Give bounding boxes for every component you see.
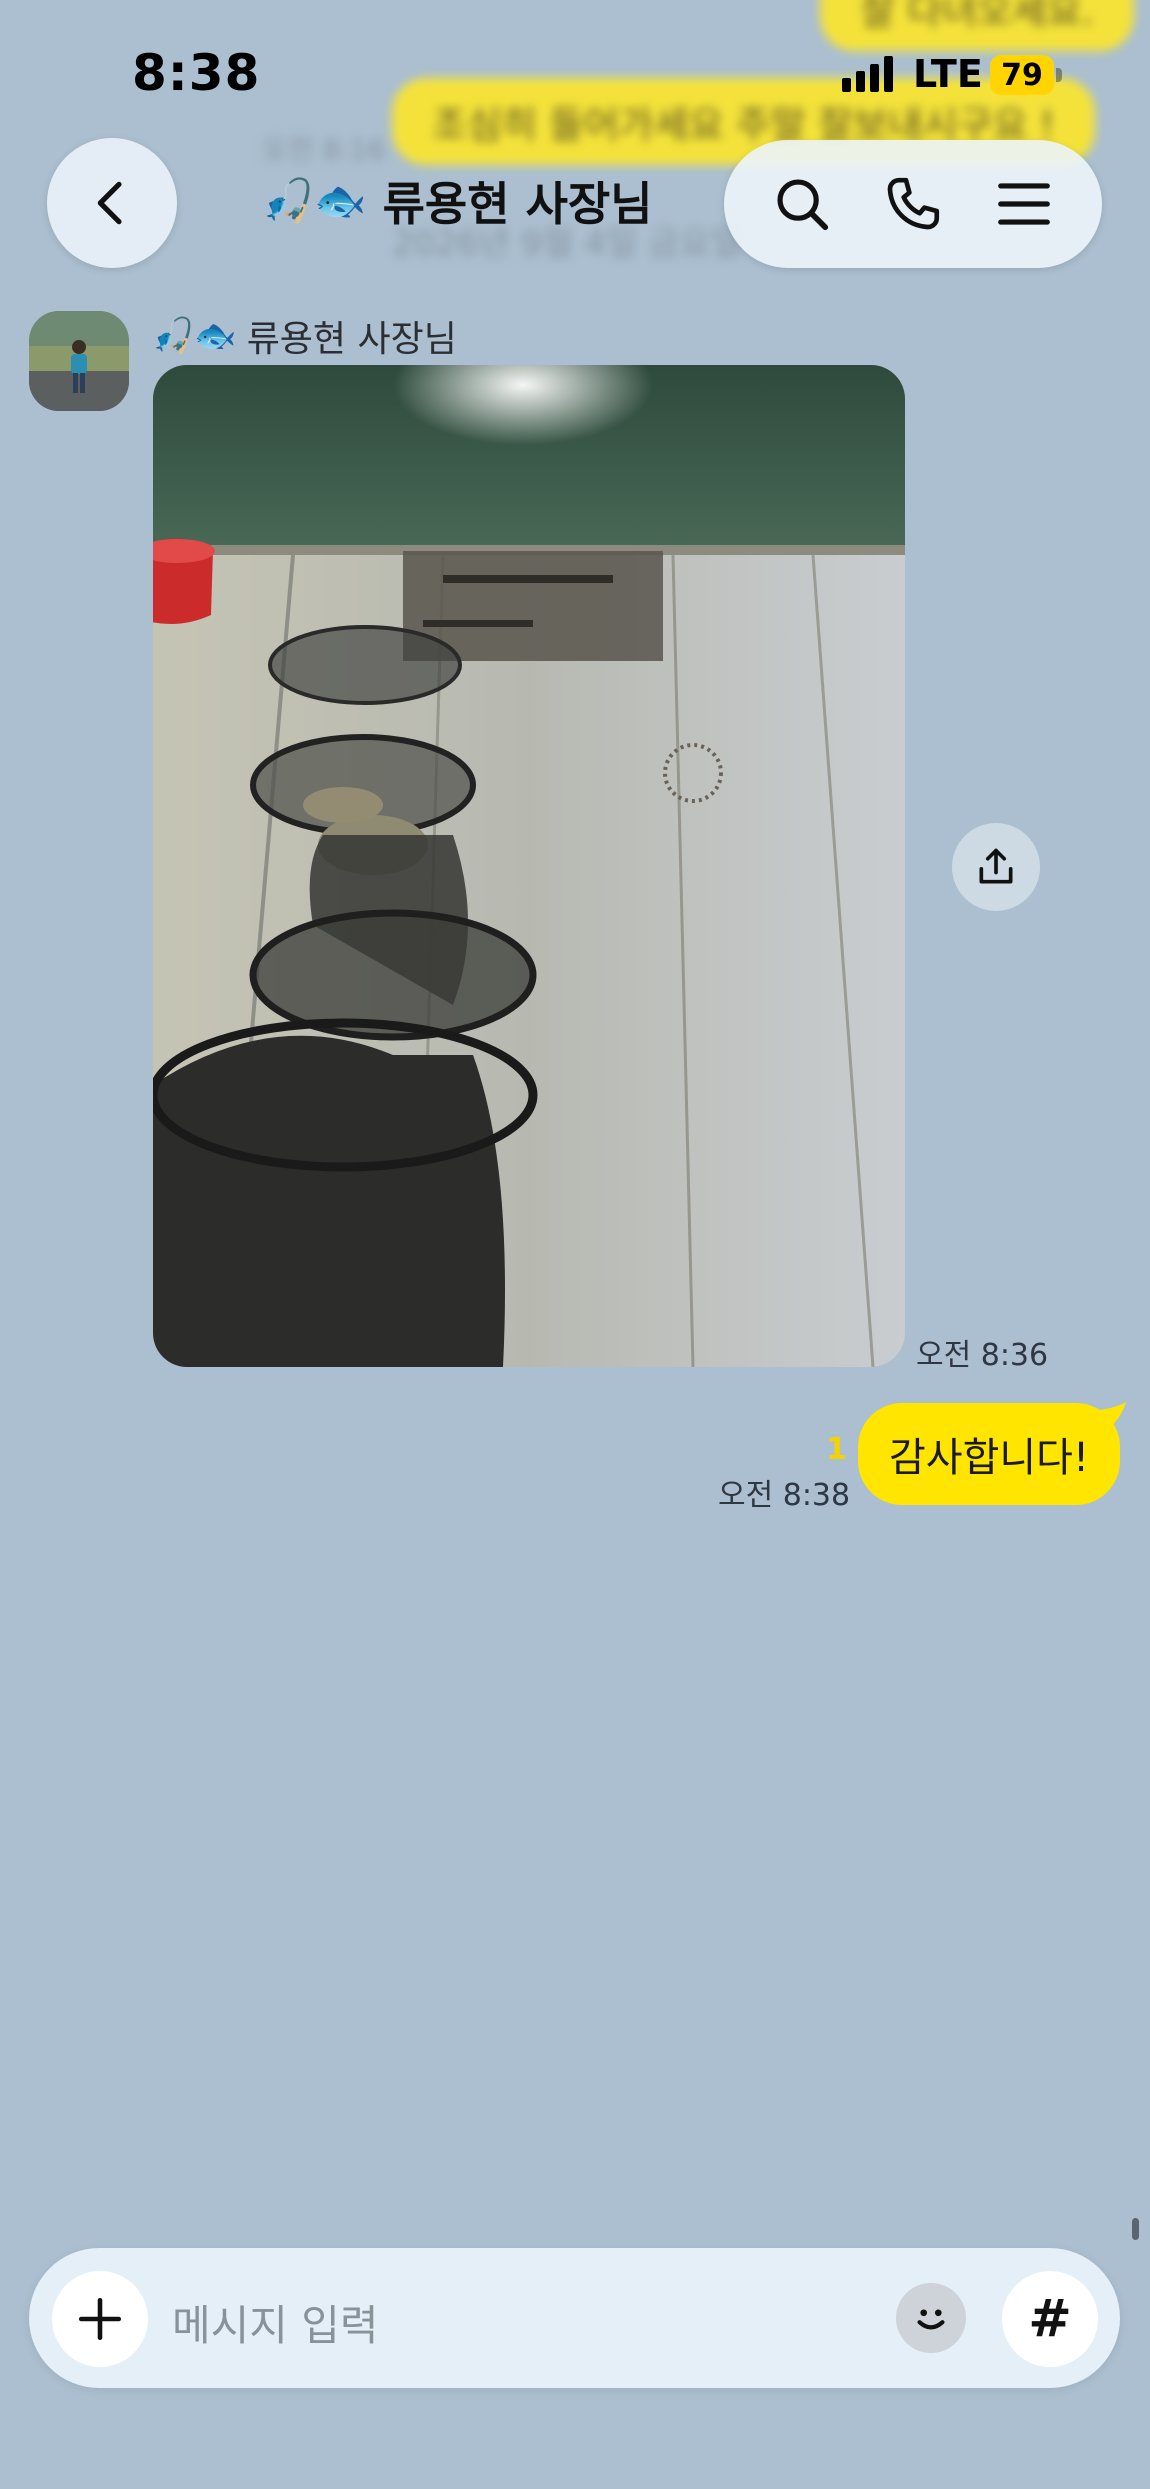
chat-title[interactable]: 🎣🐟 류용현 사장님 [262, 168, 653, 234]
chat-title-text: 류용현 사장님 [382, 177, 653, 231]
status-clock: 8:38 [132, 44, 261, 102]
unread-count: 1 [826, 1432, 847, 1467]
network-type: LTE [913, 52, 983, 96]
emoji-button[interactable] [896, 2283, 966, 2353]
sender-name: 🎣🐟 류용현 사장님 [152, 310, 457, 362]
message-time: 오전 8:36 [916, 1338, 1049, 1373]
battery-icon: 79 [990, 55, 1062, 95]
smiley-icon [917, 2309, 945, 2330]
scroll-indicator[interactable] [1132, 2218, 1139, 2240]
menu-icon [998, 183, 1051, 225]
avatar[interactable] [29, 311, 129, 411]
signal-icon [842, 56, 893, 92]
menu-button[interactable] [989, 169, 1059, 239]
battery-level: 79 [990, 55, 1054, 95]
header-actions [724, 140, 1102, 268]
share-button[interactable] [952, 823, 1040, 911]
search-icon [777, 179, 828, 231]
plus-icon [78, 2297, 122, 2341]
attach-button[interactable] [52, 2271, 148, 2367]
phone-icon [887, 177, 940, 230]
share-icon [979, 848, 1013, 884]
sender-name-text: 류용현 사장님 [246, 319, 457, 360]
photo-message[interactable] [153, 365, 905, 1367]
search-button[interactable] [767, 169, 837, 239]
hash-icon: # [1028, 2289, 1072, 2349]
fishing-emoji: 🎣🐟 [152, 316, 237, 356]
blurred-message-time: 오전 8:16 [262, 133, 386, 166]
hashtag-search-button[interactable]: # [1002, 2271, 1098, 2367]
chevron-left-icon [97, 181, 122, 225]
call-button[interactable] [878, 169, 948, 239]
blurred-message-bubble: 잘 다녀오세요. [820, 0, 1134, 51]
message-input[interactable]: 메시지 입력 [172, 2292, 379, 2353]
back-button[interactable] [47, 138, 177, 268]
my-message-bubble[interactable]: 감사합니다! [858, 1403, 1120, 1505]
fishing-emoji: 🎣🐟 [262, 176, 367, 225]
message-time: 오전 8:38 [718, 1478, 851, 1513]
